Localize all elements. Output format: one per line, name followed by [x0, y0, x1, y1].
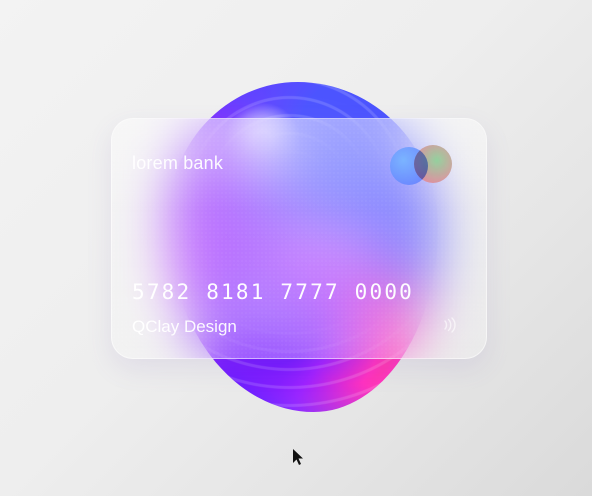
mouse-pointer-icon	[293, 449, 303, 465]
credit-card: lorem bank 5782 8181 7777 0000 QClay Des…	[111, 118, 487, 359]
scene: lorem bank 5782 8181 7777 0000 QClay Des…	[0, 0, 592, 496]
logo-right-circle-icon	[414, 145, 452, 183]
card-logo-icon	[390, 145, 460, 185]
contactless-icon	[444, 317, 456, 333]
bank-name: lorem bank	[132, 153, 224, 173]
card-holder: QClay Design	[132, 317, 237, 336]
card-number: 5782 8181 7777 0000	[132, 280, 415, 304]
